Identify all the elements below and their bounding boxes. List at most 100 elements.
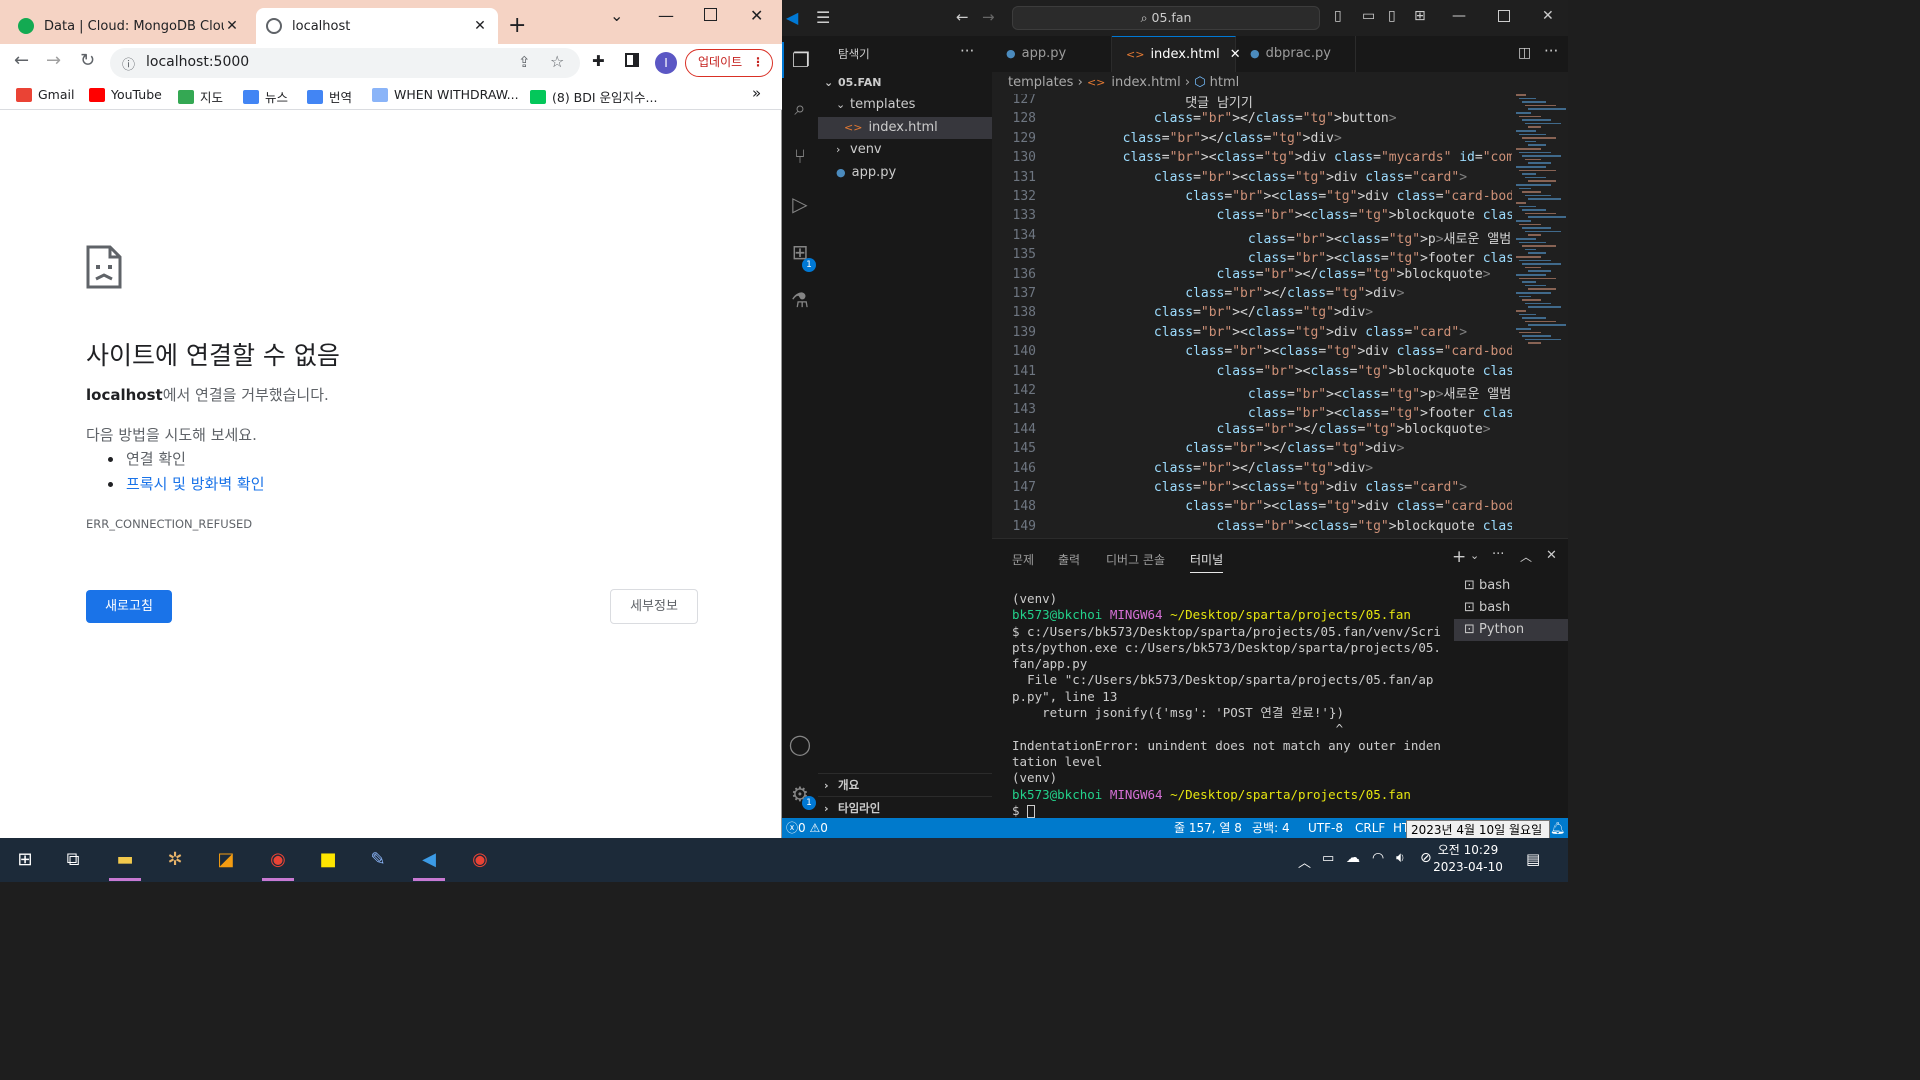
panel-tab-output[interactable]: 출력 bbox=[1058, 551, 1080, 568]
minimap[interactable] bbox=[1512, 94, 1568, 538]
menu-icon[interactable]: ☰ bbox=[816, 8, 830, 27]
code-line[interactable]: class="br"><class="tg">div class="card-b… bbox=[1060, 189, 1537, 204]
tree-folder-venv[interactable]: › venv bbox=[818, 139, 992, 161]
info-icon[interactable]: ⓘ bbox=[122, 54, 135, 73]
back-button[interactable]: ← bbox=[14, 50, 29, 71]
bookmark-maps[interactable]: 지도 bbox=[178, 87, 223, 106]
panel-tab-debug-console[interactable]: 디버그 콘솔 bbox=[1106, 551, 1165, 568]
code-line[interactable]: class="br"><class="tg">div class="mycard… bbox=[1060, 150, 1568, 165]
explorer-files-icon[interactable]: ❐ bbox=[782, 42, 818, 78]
maximize-button[interactable] bbox=[1498, 10, 1510, 22]
code-line[interactable]: class="br"><class="tg">div class="card"> bbox=[1060, 480, 1467, 495]
bookmark-translate[interactable]: 번역 bbox=[307, 87, 352, 106]
vscode-icon[interactable]: ◀ bbox=[407, 842, 451, 881]
code-line[interactable]: class="br"></class="tg">div> bbox=[1060, 131, 1342, 146]
toggle-sidebar-icon[interactable]: ▯ bbox=[1334, 8, 1342, 24]
panel-tab-terminal[interactable]: 터미널 bbox=[1190, 551, 1224, 573]
tab-search-icon[interactable]: ⌄ bbox=[610, 6, 623, 25]
code-line[interactable]: class="br"><class="tg">div class="card"> bbox=[1060, 170, 1467, 185]
tree-folder-templates[interactable]: ⌄ templates bbox=[818, 94, 992, 116]
back-arrow-icon[interactable]: ← bbox=[956, 8, 969, 26]
code-editor[interactable]: 127 128 129 130 131 132 133 134 135 136 137 138 139 1… bbox=[992, 94, 1568, 538]
no-network-icon[interactable]: ⊘ bbox=[1420, 850, 1432, 866]
code-line[interactable]: class="br"></class="tg">div> bbox=[1060, 461, 1373, 476]
details-button[interactable]: 세부정보 bbox=[610, 589, 698, 624]
profile-avatar[interactable]: I bbox=[655, 52, 677, 74]
chevron-up-icon[interactable]: ︿ bbox=[1298, 852, 1311, 871]
search-icon[interactable]: ⌕ bbox=[782, 90, 818, 126]
breadcrumb-item[interactable]: templates bbox=[1008, 75, 1073, 90]
tree-file-index-html[interactable]: <> index.html bbox=[818, 117, 992, 139]
code-line[interactable]: class="br"></class="tg">button> bbox=[1060, 111, 1397, 126]
volume-icon[interactable]: 🔉︎ bbox=[1396, 850, 1405, 866]
code-line[interactable]: class="br"></class="tg">blockquote> bbox=[1060, 422, 1491, 437]
indentation-status[interactable]: 공백: 4 bbox=[1252, 818, 1290, 838]
run-debug-icon[interactable]: ▷ bbox=[782, 186, 818, 222]
more-actions-icon[interactable]: ··· bbox=[1492, 547, 1504, 562]
more-actions-icon[interactable]: ··· bbox=[960, 42, 974, 60]
cursor-position[interactable]: 줄 157, 열 8 bbox=[1174, 818, 1242, 838]
more-actions-icon[interactable]: ··· bbox=[1544, 42, 1558, 60]
reload-icon[interactable]: ↻ bbox=[80, 50, 95, 71]
code-line[interactable]: 댓글 남기기 bbox=[1060, 94, 1253, 111]
breadcrumb-item[interactable]: html bbox=[1210, 75, 1240, 90]
timeline-section[interactable]: › 타임라인 bbox=[818, 796, 992, 818]
battery-icon[interactable]: ▭ bbox=[1322, 851, 1334, 866]
code-line[interactable]: class="br"><class="tg">blockquote class=… bbox=[1060, 208, 1568, 223]
account-icon[interactable]: ◯ bbox=[782, 726, 818, 762]
code-line[interactable]: class="br"></class="tg">div> bbox=[1060, 286, 1404, 301]
editor-tab-app-py[interactable]: ● app.py bbox=[992, 36, 1112, 72]
tab-mongodb[interactable]: Data | Cloud: MongoDB Cloud ✕ bbox=[8, 8, 250, 44]
minimize-button[interactable]: — bbox=[658, 6, 674, 25]
maximize-panel-icon[interactable]: ︿ bbox=[1520, 548, 1532, 565]
bookmark-youtube[interactable]: YouTube bbox=[89, 87, 162, 102]
forward-button[interactable]: → bbox=[46, 50, 61, 71]
address-text[interactable]: localhost:5000 bbox=[146, 54, 249, 70]
code-line[interactable]: class="br"><class="tg">div class="card-b… bbox=[1060, 344, 1537, 359]
panel-tab-problems[interactable]: 문제 bbox=[1012, 551, 1034, 568]
more-menu-icon[interactable]: ⋮ bbox=[752, 50, 764, 75]
close-window-button[interactable]: ✕ bbox=[1542, 8, 1554, 24]
reload-button[interactable]: 새로고침 bbox=[86, 590, 172, 623]
code-line[interactable]: class="br"><class="tg">blockquote class=… bbox=[1060, 364, 1568, 379]
chrome-icon[interactable]: ◉ bbox=[256, 842, 300, 881]
toggle-secondary-sidebar-icon[interactable]: ▯ bbox=[1388, 8, 1396, 24]
terminal-output[interactable]: (venv) bk573@bkchoi MINGW64 ~/Desktop/sp… bbox=[1012, 591, 1442, 819]
testing-flask-icon[interactable]: ⚗ bbox=[782, 282, 818, 318]
code-line[interactable]: class="br"><class="tg">blockquote class=… bbox=[1060, 519, 1568, 534]
more-bookmarks-button[interactable]: » bbox=[752, 84, 761, 102]
source-control-icon[interactable]: ⑂ bbox=[782, 138, 818, 174]
close-window-button[interactable]: ✕ bbox=[750, 6, 763, 25]
code-line[interactable]: class="br"></class="tg">blockquote> bbox=[1060, 267, 1491, 282]
address-bar[interactable]: ⓘ localhost:5000 ⇪ ☆ bbox=[110, 48, 580, 78]
paint-icon[interactable]: ✎ bbox=[356, 842, 400, 878]
chevron-down-icon[interactable]: ⌄ bbox=[1470, 549, 1479, 562]
cloud-icon[interactable]: ☁ bbox=[1346, 850, 1360, 866]
code-line[interactable]: class="br"><class="tg">div class="card"> bbox=[1060, 325, 1467, 340]
eol-status[interactable]: CRLF bbox=[1355, 818, 1385, 838]
close-panel-icon[interactable]: ✕ bbox=[1546, 548, 1557, 563]
encoding-status[interactable]: UTF-8 bbox=[1308, 818, 1343, 838]
update-button[interactable]: 업데이트 ⋮ bbox=[685, 49, 773, 77]
new-tab-button[interactable]: + bbox=[508, 13, 526, 38]
notifications-bell-icon[interactable]: 🔔︎ bbox=[1550, 818, 1565, 838]
tab-localhost[interactable]: localhost ✕ bbox=[256, 8, 498, 44]
outlook-icon[interactable]: ◪ bbox=[204, 842, 248, 878]
split-editor-icon[interactable]: ◫ bbox=[1518, 45, 1531, 61]
new-terminal-icon[interactable]: + bbox=[1452, 547, 1466, 567]
terminal-session-bash[interactable]: ⊡ bash bbox=[1454, 597, 1568, 619]
toggle-panel-icon[interactable]: ▭ bbox=[1362, 8, 1375, 24]
side-panel-icon[interactable] bbox=[625, 53, 639, 67]
outline-section[interactable]: › 개요 bbox=[818, 773, 992, 795]
wifi-icon[interactable]: ◠ bbox=[1372, 850, 1384, 866]
terminal-session-python[interactable]: ⊡ Python bbox=[1454, 619, 1568, 641]
windows-start-icon[interactable]: ⊞ bbox=[3, 842, 47, 878]
breadcrumb-item[interactable]: index.html bbox=[1111, 75, 1180, 90]
chrome-icon[interactable]: ◉ bbox=[458, 842, 502, 878]
code-line[interactable]: class="br"></class="tg">div> bbox=[1060, 305, 1373, 320]
close-tab-icon[interactable]: ✕ bbox=[472, 18, 488, 34]
notification-center-icon[interactable]: ▤ bbox=[1526, 850, 1540, 868]
minimize-button[interactable]: — bbox=[1452, 8, 1466, 24]
bookmark-when-withdraw[interactable]: WHEN WITHDRAW... bbox=[372, 87, 519, 102]
task-view-icon[interactable]: ⧉ bbox=[51, 842, 95, 878]
